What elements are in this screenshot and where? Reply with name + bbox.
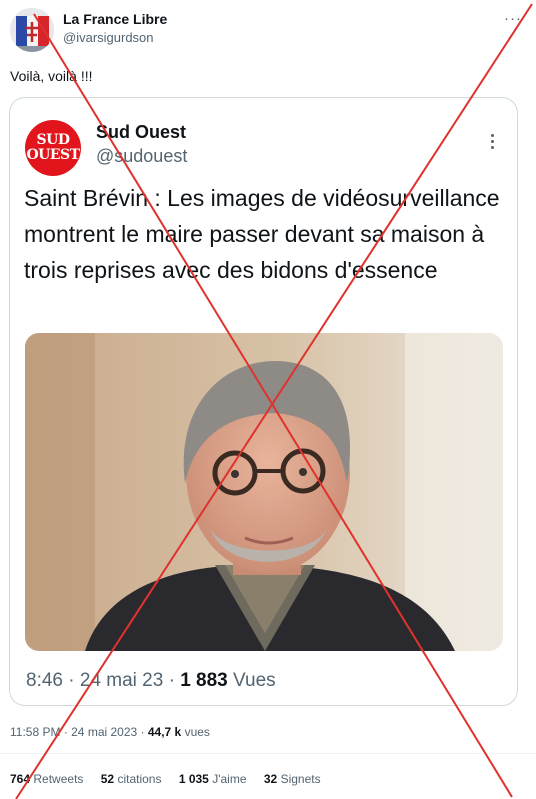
logo-line-2: OUEST [26,147,80,163]
avatar[interactable] [10,8,54,52]
quoted-tweet-card[interactable]: SUD OUEST Sud Ouest @sudouest Saint Brév… [9,97,518,706]
quoted-more-options-icon[interactable] [491,134,495,152]
tweet-text: Voilà, voilà !!! [10,68,93,84]
quoted-tweet-photo[interactable] [25,333,503,651]
citations-stat[interactable]: 52 citations [101,772,162,786]
sud-ouest-logo: SUD OUEST [25,120,81,176]
citations-count: 52 [100,772,115,786]
flag-avatar-image [10,8,54,52]
quoted-tweet-text: Saint Brévin : Les images de vidéosurvei… [24,185,500,283]
tweet-meta: 11:58 PM · 24 mai 2023 · 44,7 k vues [10,725,210,739]
engagement-stats: 764 Retweets 52 citations 1 035 J'aime 3… [10,772,335,786]
quoted-author-handle[interactable]: @sudouest [96,146,187,167]
likes-label: J'aime [212,772,247,786]
quoted-author-name[interactable]: Sud Ouest [96,122,186,143]
portrait-photo [25,333,503,651]
tweet-views-label: vues [184,725,210,739]
divider [0,753,536,754]
tweet-time-date[interactable]: 11:58 PM · 24 mai 2023 · [10,725,148,739]
likes-count: 1 035 [178,772,209,786]
bookmarks-count: 32 [263,772,278,786]
author-name[interactable]: La France Libre [63,11,167,27]
quoted-views-label: Vues [233,670,276,691]
citations-label: citations [117,772,162,786]
author-handle[interactable]: @ivarsigurdson [63,30,154,45]
quoted-views-count: 1 883 [180,670,228,691]
more-options-icon[interactable]: ··· [504,10,522,27]
retweets-count: 764 [10,772,31,786]
tweet-views-count: 44,7 k [147,725,182,739]
logo-line-1: SUD [36,132,70,148]
bookmarks-label: Signets [280,772,321,786]
likes-stat[interactable]: 1 035 J'aime [179,772,247,786]
quoted-time-date[interactable]: 8:46 · 24 mai 23 · [26,670,180,691]
retweets-label: Retweets [33,772,84,786]
retweets-stat[interactable]: 764 Retweets [10,772,83,786]
bookmarks-stat[interactable]: 32 Signets [264,772,321,786]
tweet-header: La France Libre @ivarsigurdson ··· [8,6,528,54]
quoted-tweet-meta: 8:46 · 24 mai 23 · 1 883 Vues [26,670,276,692]
